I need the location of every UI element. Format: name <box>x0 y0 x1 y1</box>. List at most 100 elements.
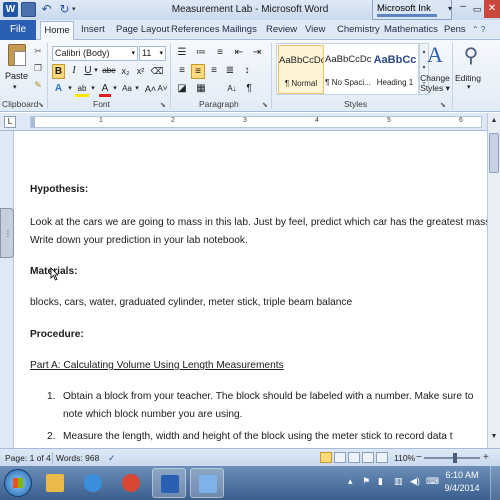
redo-icon[interactable]: ↻ <box>57 2 72 17</box>
find-binoculars-icon[interactable]: ⚲ <box>458 44 484 67</box>
tab-chemistry[interactable]: Chemistry <box>337 24 380 35</box>
change-case-dropdown-icon[interactable]: ▾ <box>134 82 140 97</box>
taskbar-journal[interactable] <box>190 468 224 498</box>
clock-time[interactable]: 6:10 AM <box>440 470 484 480</box>
ruler-body[interactable]: 1 2 3 4 5 6 <box>30 116 482 128</box>
tab-references[interactable]: References <box>171 24 220 35</box>
taskbar-chrome[interactable] <box>114 468 148 498</box>
paragraph-launcher-icon[interactable]: ⬊ <box>262 101 268 109</box>
undo-icon[interactable]: ↶ <box>39 2 54 17</box>
multilevel-list-icon[interactable]: ≡ <box>213 46 227 61</box>
editing-button-label[interactable]: Editing <box>455 73 481 83</box>
numbering-icon[interactable]: ≔ <box>194 46 208 61</box>
word-count[interactable]: Words: 968 <box>56 453 99 463</box>
taskbar-file-explorer[interactable] <box>38 468 72 498</box>
taskbar-internet-explorer[interactable] <box>76 468 110 498</box>
align-center-icon[interactable]: ≡ <box>191 64 205 79</box>
text-effects-button[interactable]: A <box>52 82 65 97</box>
font-color-dropdown-icon[interactable]: ▾ <box>112 82 118 97</box>
customize-qat-icon[interactable]: ▾ <box>72 2 80 17</box>
styles-launcher-icon[interactable]: ⬊ <box>440 101 446 109</box>
show-hidden-icons[interactable]: ▴ <box>348 476 353 487</box>
zoom-out-button[interactable]: − <box>416 452 422 463</box>
borders-icon[interactable]: ▦ <box>194 82 208 97</box>
highlight-dropdown-icon[interactable]: ▾ <box>90 82 96 97</box>
editing-dropdown-icon[interactable]: ▾ <box>467 83 471 91</box>
page-count[interactable]: Page: 1 of 4 <box>5 453 51 463</box>
tab-mailings[interactable]: Mailings <box>222 24 257 35</box>
chevron-down-icon[interactable]: ▾ <box>159 47 163 60</box>
start-button[interactable] <box>4 469 32 497</box>
tab-mathematics[interactable]: Mathematics <box>384 24 438 35</box>
copy-icon[interactable]: ❐ <box>32 62 44 74</box>
change-case-button[interactable]: Aa <box>120 82 134 97</box>
tab-page-layout[interactable]: Page Layout <box>116 24 169 35</box>
justify-icon[interactable]: ≣ <box>223 64 237 79</box>
zoom-level[interactable]: 110% <box>394 453 415 463</box>
ribbon-collapse-icon[interactable]: ⌃ ? <box>472 25 485 34</box>
font-launcher-icon[interactable]: ⬊ <box>160 101 166 109</box>
full-screen-reading-view-icon[interactable] <box>334 452 346 463</box>
tab-selector-icon[interactable]: L <box>4 116 16 128</box>
ink-app-window[interactable]: Microsoft Ink <box>372 0 452 20</box>
font-color-button[interactable]: A <box>99 82 111 97</box>
bullets-icon[interactable]: ☰ <box>175 46 189 61</box>
increase-indent-icon[interactable]: ⇥ <box>250 46 264 61</box>
volume-icon[interactable]: ◀) <box>410 476 420 487</box>
change-styles-icon[interactable]: A <box>424 43 446 67</box>
vertical-scrollbar[interactable]: ▲ ▼ <box>487 113 500 448</box>
sort-button[interactable]: A↓ <box>225 82 239 97</box>
keyboard-icon[interactable]: ⌨ <box>426 476 439 487</box>
align-right-icon[interactable]: ≡ <box>207 64 221 79</box>
chevron-down-icon[interactable]: ▾ <box>131 47 135 60</box>
close-icon[interactable]: ✕ <box>484 0 500 18</box>
paste-dropdown-icon[interactable]: ▾ <box>13 83 17 91</box>
format-painter-icon[interactable]: ✎ <box>32 79 44 91</box>
style-heading-1[interactable]: AaBbCс Heading 1 <box>372 45 418 94</box>
minimize-icon[interactable]: – <box>456 0 470 18</box>
italic-button[interactable]: I <box>68 64 80 79</box>
zoom-in-button[interactable]: + <box>483 452 489 463</box>
save-icon[interactable] <box>21 2 36 17</box>
show-formatting-button[interactable]: ¶ <box>243 82 255 97</box>
document-page[interactable]: Hypothesis: Look at the cars we are goin… <box>15 131 487 448</box>
change-styles-label-line2[interactable]: Styles ▾ <box>420 83 450 94</box>
show-desktop-button[interactable] <box>490 466 500 500</box>
print-layout-view-icon[interactable] <box>320 452 332 463</box>
proofing-icon[interactable]: ✓ <box>108 453 116 464</box>
tab-home[interactable]: Home <box>40 21 74 41</box>
line-spacing-icon[interactable]: ↕ <box>240 64 254 79</box>
zoom-slider-thumb[interactable] <box>452 453 457 463</box>
outline-view-icon[interactable] <box>362 452 374 463</box>
subscript-button[interactable]: x₂ <box>119 64 132 79</box>
strikethrough-button[interactable]: abe <box>101 64 117 79</box>
align-left-icon[interactable]: ≡ <box>175 64 189 79</box>
tab-pens[interactable]: Pens <box>444 24 466 35</box>
tab-review[interactable]: Review <box>266 24 297 35</box>
power-icon[interactable]: ▮ <box>378 476 383 487</box>
font-name-combobox[interactable]: Calibri (Body) ▾ <box>52 46 138 61</box>
clock-date[interactable]: 9/4/2014 <box>440 483 484 493</box>
superscript-button[interactable]: x² <box>134 64 147 79</box>
decrease-indent-icon[interactable]: ⇤ <box>232 46 246 61</box>
ink-dropdown-icon[interactable]: ▾ <box>448 4 452 13</box>
draft-view-icon[interactable] <box>376 452 388 463</box>
cut-icon[interactable]: ✂ <box>32 45 44 57</box>
style-no-spacing[interactable]: AaBbCcDc ¶ No Spaci... <box>325 45 371 94</box>
shading-icon[interactable]: ◪ <box>175 82 189 97</box>
tab-view[interactable]: View <box>305 24 325 35</box>
word-app-icon[interactable]: W <box>3 2 18 17</box>
paste-icon[interactable] <box>8 44 26 66</box>
highlight-button[interactable]: ab <box>75 82 89 97</box>
scroll-thumb[interactable] <box>489 133 499 173</box>
text-effects-dropdown-icon[interactable]: ▾ <box>67 82 73 97</box>
style-normal[interactable]: AaBbCcDc ¶ Normal <box>278 45 324 94</box>
maximize-icon[interactable]: ▭ <box>470 0 484 18</box>
tab-insert[interactable]: Insert <box>81 24 105 35</box>
underline-dropdown-icon[interactable]: ▾ <box>93 64 99 79</box>
shrink-font-button[interactable]: A˅ <box>156 82 169 97</box>
clear-formatting-icon[interactable]: ⌫ <box>150 64 164 79</box>
font-size-combobox[interactable]: 11 ▾ <box>139 46 166 61</box>
scroll-up-icon[interactable]: ▲ <box>489 115 499 127</box>
action-center-icon[interactable]: ⚑ <box>362 476 370 487</box>
